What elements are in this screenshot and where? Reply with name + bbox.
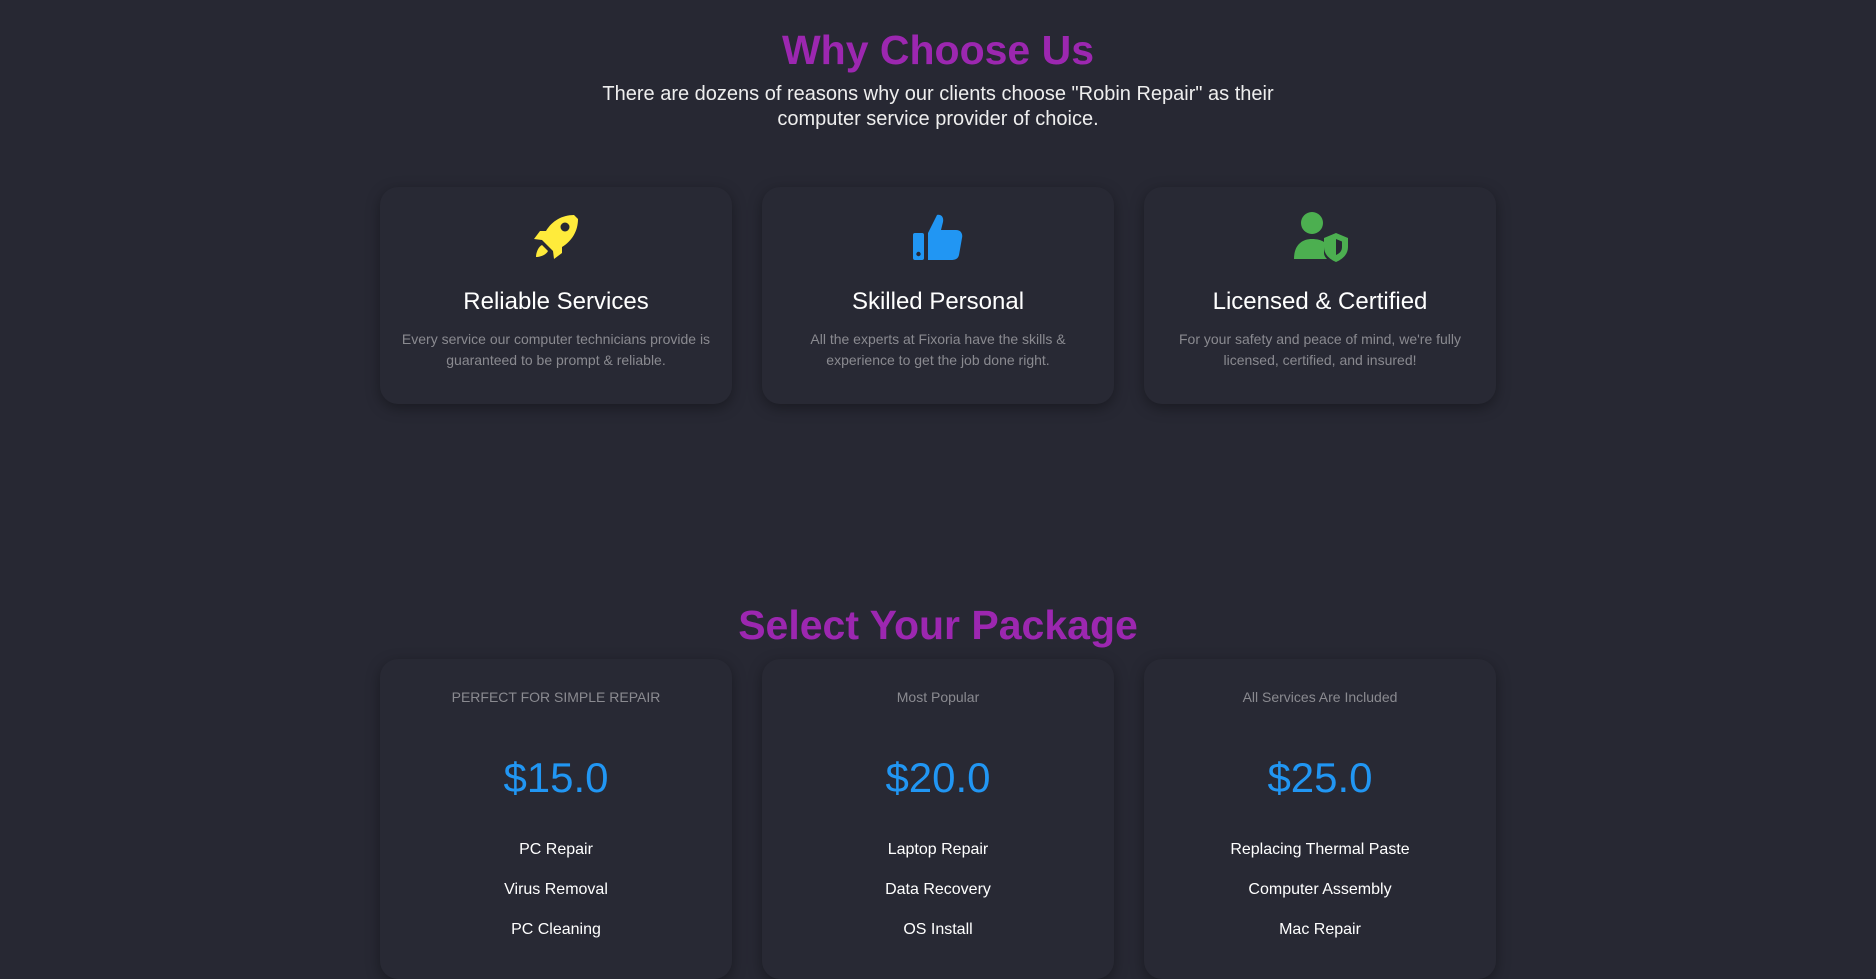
package-feature: Laptop Repair bbox=[887, 841, 989, 858]
package-feature: Replacing Thermal Paste bbox=[1230, 841, 1410, 858]
package-card-all-services[interactable]: All Services Are Included $25.0 Replacin… bbox=[1144, 659, 1496, 979]
packages-row: PERFECT FOR SIMPLE REPAIR $15.0 PC Repai… bbox=[380, 659, 1496, 979]
package-feature: PC Cleaning bbox=[511, 921, 601, 938]
package-price: $20.0 bbox=[885, 754, 991, 801]
feature-description: All the experts at Fixoria have the skil… bbox=[810, 331, 1066, 368]
select-package-title: Select Your Package bbox=[738, 602, 1138, 648]
package-feature-list: Replacing Thermal Paste Computer Assembl… bbox=[1144, 840, 1496, 940]
package-feature: Virus Removal bbox=[504, 881, 608, 898]
package-feature-list: PC Repair Virus Removal PC Cleaning bbox=[380, 840, 732, 940]
package-feature: Mac Repair bbox=[1279, 921, 1361, 938]
feature-title: Licensed & Certified bbox=[1212, 288, 1428, 315]
feature-description: For your safety and peace of mind, we're… bbox=[1178, 331, 1462, 368]
package-tag: All Services Are Included bbox=[1242, 689, 1398, 705]
feature-card-licensed-certified: Licensed & Certified For your safety and… bbox=[1144, 187, 1496, 404]
feature-title: Reliable Services bbox=[463, 288, 649, 315]
why-choose-us-title: Why Choose Us bbox=[781, 27, 1095, 73]
package-price: $15.0 bbox=[503, 754, 609, 801]
package-card-basic[interactable]: PERFECT FOR SIMPLE REPAIR $15.0 PC Repai… bbox=[380, 659, 732, 979]
package-feature: PC Repair bbox=[519, 841, 593, 858]
package-price: $25.0 bbox=[1267, 754, 1373, 801]
why-choose-us-subtitle: There are dozens of reasons why our clie… bbox=[602, 83, 1274, 130]
feature-card-reliable-services: Reliable Services Every service our comp… bbox=[380, 187, 732, 404]
thumbs-up-icon bbox=[913, 214, 963, 260]
feature-description: Every service our computer technicians p… bbox=[401, 331, 711, 368]
features-row: Reliable Services Every service our comp… bbox=[380, 187, 1496, 404]
package-tag: PERFECT FOR SIMPLE REPAIR bbox=[451, 689, 661, 705]
package-feature: Computer Assembly bbox=[1248, 881, 1392, 898]
package-card-popular[interactable]: Most Popular $20.0 Laptop Repair Data Re… bbox=[762, 659, 1114, 979]
feature-title: Skilled Personal bbox=[851, 288, 1025, 315]
package-tag: Most Popular bbox=[896, 689, 980, 705]
user-shield-icon bbox=[1294, 212, 1348, 262]
feature-card-skilled-personal: Skilled Personal All the experts at Fixo… bbox=[762, 187, 1114, 404]
package-feature: Data Recovery bbox=[885, 881, 991, 898]
package-feature: OS Install bbox=[903, 921, 973, 938]
rocket-icon bbox=[534, 215, 578, 259]
package-feature-list: Laptop Repair Data Recovery OS Install bbox=[762, 840, 1114, 940]
